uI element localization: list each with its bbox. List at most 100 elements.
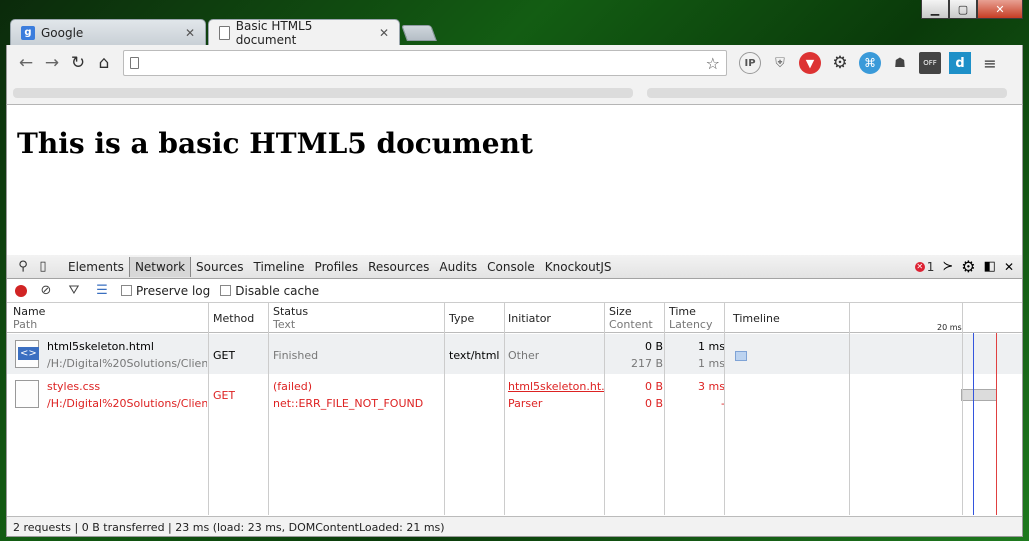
menu-icon[interactable]: ≡: [979, 52, 1001, 74]
tab-title: Basic HTML5 document: [235, 19, 313, 47]
col-type-header[interactable]: Type: [449, 312, 474, 325]
bookmark-placeholder: [647, 88, 1007, 98]
tab-google[interactable]: g Google ✕: [10, 19, 206, 45]
console-drawer-icon[interactable]: ≻: [942, 259, 953, 274]
request-status-text: Finished: [273, 349, 319, 362]
tab-close-icon[interactable]: ✕: [379, 26, 389, 40]
minimize-button[interactable]: ▁: [921, 0, 949, 19]
close-window-button[interactable]: ✕: [977, 0, 1023, 19]
large-rows-icon[interactable]: ☰: [93, 283, 111, 298]
load-marker: [996, 333, 997, 515]
col-name-header[interactable]: Name Path: [13, 305, 45, 331]
col-initiator-header[interactable]: Initiator: [508, 312, 551, 325]
timeline-gridline: [962, 303, 963, 515]
tab-profiles[interactable]: Profiles: [310, 257, 364, 277]
tab-sources[interactable]: Sources: [191, 257, 248, 277]
col-size-header[interactable]: Size Content: [609, 305, 653, 331]
home-icon[interactable]: ⌂: [91, 50, 117, 76]
close-devtools-icon[interactable]: ✕: [1004, 260, 1014, 274]
clear-icon[interactable]: ⊘: [37, 283, 55, 298]
checkbox-box[interactable]: [220, 285, 232, 296]
address-bar[interactable]: ☆: [123, 50, 727, 76]
tab-knockoutjs[interactable]: KnockoutJS: [540, 257, 617, 277]
request-path: /H:/Digital%20Solutions/Clien...: [47, 357, 207, 370]
column-divider[interactable]: [664, 303, 665, 515]
column-divider[interactable]: [444, 303, 445, 515]
html-file-icon: [15, 340, 39, 368]
column-divider[interactable]: [268, 303, 269, 515]
page-icon: [130, 57, 139, 69]
ghost-icon[interactable]: ☗: [889, 52, 911, 74]
checkbox-box[interactable]: [121, 285, 132, 296]
request-name[interactable]: html5skeleton.html: [47, 338, 207, 355]
column-divider[interactable]: [604, 303, 605, 515]
request-time: 1 ms: [698, 340, 725, 353]
checkbox-label: Disable cache: [235, 283, 320, 298]
browser-window: ▁ ▢ ✕ g Google ✕ Basic HTML5 document ✕ …: [6, 0, 1023, 537]
back-arrow-icon[interactable]: ←: [13, 50, 39, 76]
request-status-text: net::ERR_FILE_NOT_FOUND: [273, 397, 424, 410]
url-input[interactable]: [145, 56, 700, 70]
extension-icons: IP ⛨ ▼ ⚙ ⌘ ☗ OFF d ≡: [739, 52, 1001, 74]
request-latency: 1 ms: [698, 357, 725, 370]
maximize-button[interactable]: ▢: [949, 0, 977, 19]
ublock-icon[interactable]: ▼: [799, 52, 821, 74]
request-size: 0 B: [644, 340, 663, 353]
record-icon[interactable]: [15, 284, 27, 297]
inspect-search-icon[interactable]: ⚲: [13, 259, 33, 274]
col-status-header[interactable]: Status Text: [273, 305, 308, 331]
google-favicon-icon: g: [21, 25, 35, 40]
request-method: GET: [213, 349, 236, 362]
timeline-bar: [735, 351, 747, 361]
tab-timeline[interactable]: Timeline: [249, 257, 310, 277]
column-divider[interactable]: [724, 303, 725, 515]
initiator-link[interactable]: html5skeleton.ht...: [508, 378, 604, 395]
header-label: Size: [609, 305, 632, 318]
network-grid: Name Path Method Status Text Type Initiato…: [7, 303, 1022, 515]
request-type: text/html: [449, 349, 500, 362]
checkbox-label: Preserve log: [136, 283, 211, 298]
col-time-header[interactable]: Time Latency: [669, 305, 712, 331]
ip-extension-icon[interactable]: IP: [739, 52, 761, 74]
off-extension-icon[interactable]: OFF: [919, 52, 941, 74]
column-divider[interactable]: [504, 303, 505, 515]
tab-network[interactable]: Network: [128, 256, 192, 277]
reload-icon[interactable]: ↻: [65, 50, 91, 76]
bookmark-star-icon[interactable]: ☆: [706, 54, 720, 73]
column-divider[interactable]: [208, 303, 209, 515]
d-extension-icon[interactable]: d: [949, 52, 971, 74]
tab-console[interactable]: Console: [482, 257, 540, 277]
col-method-header[interactable]: Method: [213, 312, 254, 325]
preserve-log-checkbox[interactable]: Preserve log: [121, 284, 210, 298]
tab-resources[interactable]: Resources: [363, 257, 434, 277]
new-tab-button[interactable]: [401, 25, 437, 41]
tab-basic-html5[interactable]: Basic HTML5 document ✕: [208, 19, 400, 47]
request-content-size: 0 B: [644, 397, 663, 410]
filter-icon[interactable]: ⛛: [65, 283, 83, 298]
table-row[interactable]: styles.css/H:/Digital%20Solutions/Clien.…: [7, 374, 1022, 414]
gear-icon[interactable]: ⚙: [829, 52, 851, 74]
header-sublabel: Latency: [669, 318, 713, 331]
disable-cache-checkbox[interactable]: Disable cache: [220, 284, 319, 298]
ghostery-icon[interactable]: ⛨: [769, 52, 791, 74]
tab-title: Google: [41, 25, 84, 40]
request-name[interactable]: styles.css: [47, 378, 207, 395]
request-status: (failed): [273, 380, 313, 393]
header-sublabel: Text: [273, 318, 296, 331]
dock-side-icon[interactable]: ◧: [984, 259, 996, 274]
col-timeline-header[interactable]: Timeline: [733, 312, 780, 325]
forward-arrow-icon[interactable]: →: [39, 50, 65, 76]
tab-elements[interactable]: Elements: [63, 257, 129, 277]
tab-close-icon[interactable]: ✕: [185, 26, 195, 40]
window-controls: ▁ ▢ ✕: [921, 0, 1023, 19]
domcontentloaded-marker: [973, 333, 974, 515]
swirl-icon[interactable]: ⌘: [859, 52, 881, 74]
request-size: 0 B: [644, 380, 663, 393]
error-count-badge[interactable]: ✕ 1: [914, 260, 934, 274]
settings-gear-icon[interactable]: ⚙: [961, 257, 975, 276]
table-row[interactable]: html5skeleton.html/H:/Digital%20Solution…: [7, 334, 1022, 374]
devtools-panel: ⚲ ▯ Elements Network Sources Timeline Pr…: [6, 255, 1023, 537]
request-initiator-type: Parser: [508, 397, 543, 410]
tab-audits[interactable]: Audits: [434, 257, 482, 277]
device-mode-icon[interactable]: ▯: [33, 259, 53, 274]
